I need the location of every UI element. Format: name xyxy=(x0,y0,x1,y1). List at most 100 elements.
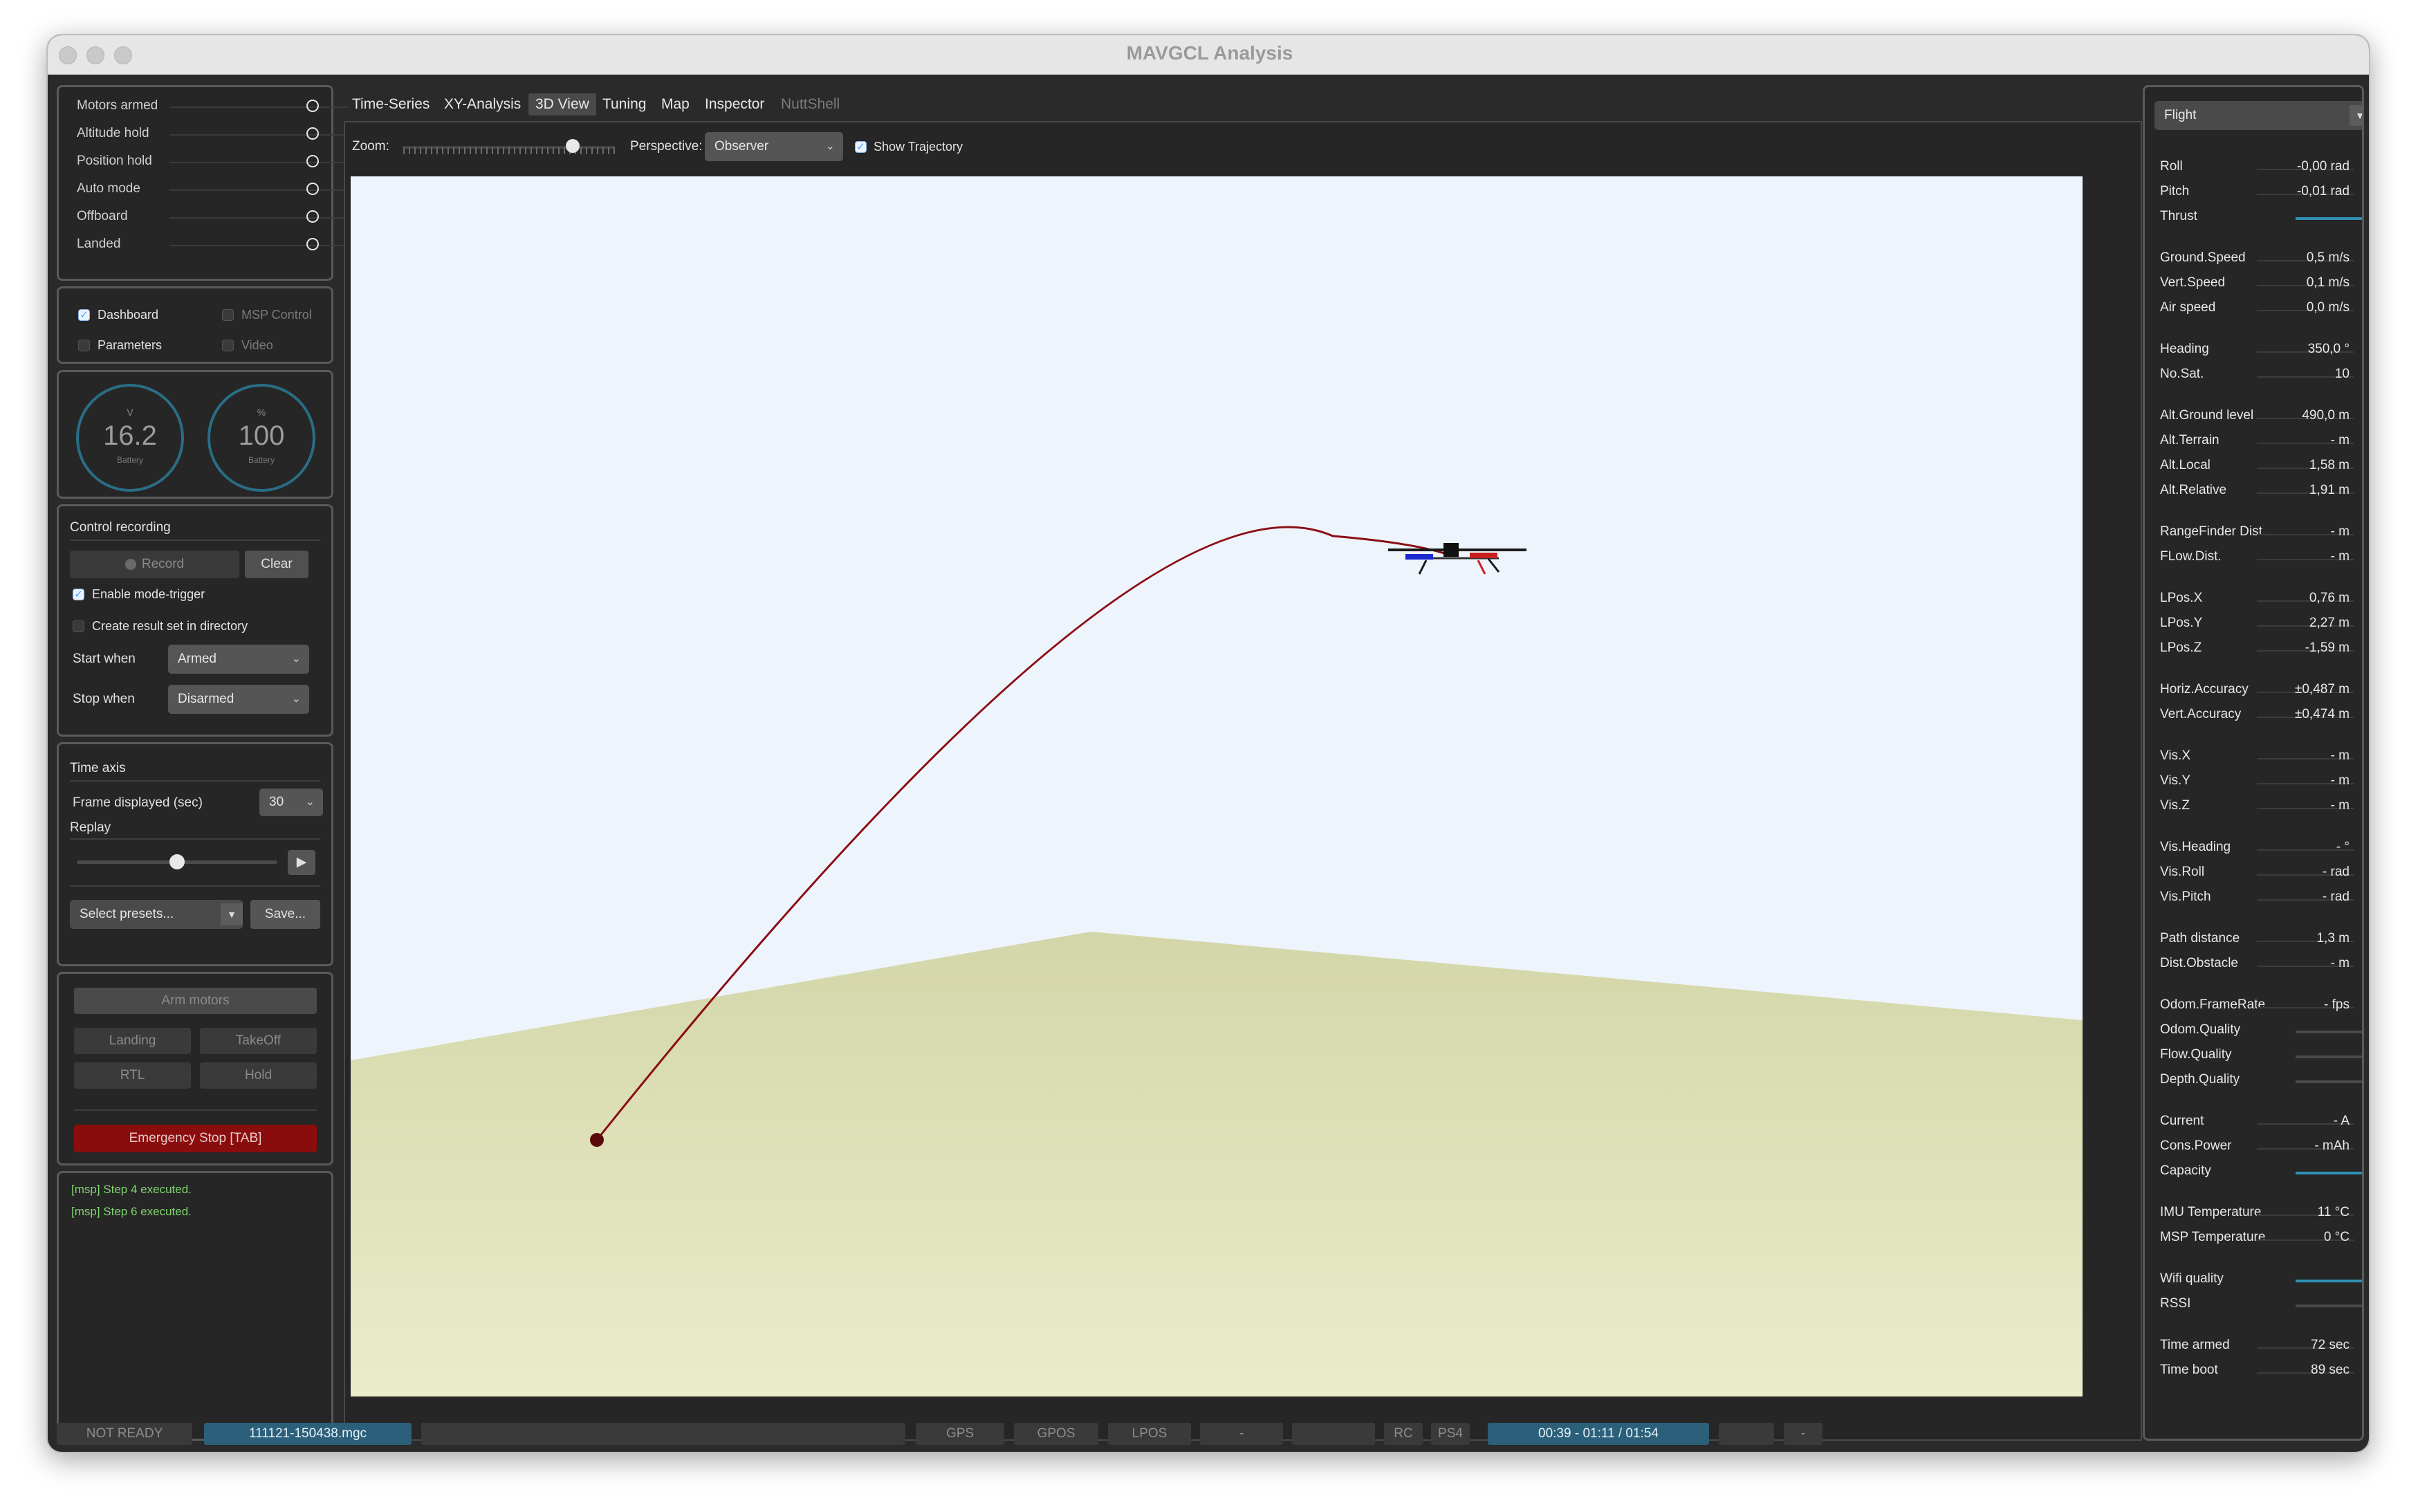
frame-seconds-select[interactable]: 30 ⌄ xyxy=(259,789,323,816)
info-key: Roll xyxy=(2160,159,2183,174)
info-key: Pitch xyxy=(2160,184,2190,199)
info-rows: Roll -0,00 rad Pitch -0,01 rad Thrust Ground.… xyxy=(2145,87,2362,1439)
info-row: Alt.Relative 1,91 m xyxy=(2145,483,2362,504)
info-key: Horiz.Accuracy xyxy=(2160,682,2249,697)
info-key: Wifi quality xyxy=(2160,1271,2224,1286)
start-when-select[interactable]: Armed ⌄ xyxy=(168,645,309,674)
tab-inspector[interactable]: Inspector xyxy=(698,93,771,116)
info-row: No.Sat. 10 xyxy=(2145,367,2362,387)
info-value: - fps xyxy=(2324,997,2350,1012)
info-row: LPos.Z -1,59 m xyxy=(2145,640,2362,661)
save-preset-button[interactable]: Save... xyxy=(250,900,320,929)
percent-label: Battery xyxy=(248,455,275,465)
status-field-empty xyxy=(1292,1423,1375,1445)
info-key: MSP Temperature xyxy=(2160,1230,2266,1244)
parameters-checkbox[interactable] xyxy=(78,340,90,351)
info-value: 0,1 m/s xyxy=(2306,275,2350,290)
zoom-slider-handle[interactable] xyxy=(565,139,580,153)
info-value: -0,01 rad xyxy=(2296,184,2350,199)
info-row: LPos.X 0,76 m xyxy=(2145,591,2362,611)
info-key: Air speed xyxy=(2160,300,2216,315)
replay-slider[interactable] xyxy=(77,854,277,869)
ps4-status: PS4 xyxy=(1431,1423,1470,1445)
stop-when-select[interactable]: Disarmed ⌄ xyxy=(168,685,309,714)
info-row: MSP Temperature 0 °C xyxy=(2145,1230,2362,1251)
frame-seconds-value: 30 xyxy=(269,795,284,809)
status-altitude-hold: Altitude hold xyxy=(59,125,348,142)
info-key: Odom.Quality xyxy=(2160,1022,2241,1037)
voltage-label: Battery xyxy=(116,455,143,465)
info-row: Vert.Speed 0,1 m/s xyxy=(2145,275,2362,296)
chevron-down-icon: ⌄ xyxy=(825,140,835,152)
info-value: ±0,487 m xyxy=(2294,682,2350,697)
presets-placeholder: Select presets... xyxy=(80,907,174,921)
info-row: Pitch -0,01 rad xyxy=(2145,184,2362,205)
info-value: - m xyxy=(2330,798,2350,813)
show-trajectory-checkbox[interactable]: ✓ xyxy=(855,141,867,153)
status-motors-armed: Motors armed xyxy=(59,97,348,115)
info-row: Depth.Quality xyxy=(2145,1072,2362,1093)
stop-when-label: Stop when xyxy=(73,692,135,706)
presets-select[interactable]: Select presets... ▼ xyxy=(70,900,243,929)
emergency-stop-button[interactable]: Emergency Stop [TAB] xyxy=(74,1125,317,1152)
status-label: Position hold xyxy=(77,154,152,168)
info-key: Cons.Power xyxy=(2160,1138,2232,1153)
perspective-select[interactable]: Observer ⌄ xyxy=(705,132,843,161)
dashboard-checkbox[interactable]: ✓ xyxy=(78,309,90,321)
rtl-button[interactable]: RTL xyxy=(74,1062,191,1089)
enable-mode-trigger-checkbox[interactable]: ✓ xyxy=(73,589,84,600)
arm-motors-button[interactable]: Arm motors xyxy=(74,988,317,1014)
zoom-label: Zoom: xyxy=(352,139,389,154)
scene-3d[interactable] xyxy=(351,176,2083,1396)
start-when-label: Start when xyxy=(73,652,136,666)
info-value: 11 °C xyxy=(2317,1205,2350,1219)
record-dot-icon xyxy=(124,558,136,570)
replay-slider-handle[interactable] xyxy=(169,854,185,869)
info-key: LPos.Z xyxy=(2160,640,2202,655)
create-result-set-checkbox[interactable] xyxy=(73,620,84,632)
tab-xy-analysis[interactable]: XY-Analysis xyxy=(437,93,528,116)
zoom-slider[interactable] xyxy=(403,139,615,154)
divider xyxy=(70,838,320,840)
record-button[interactable]: Record xyxy=(70,551,239,578)
perspective-value: Observer xyxy=(714,139,769,154)
info-key: Vis.Y xyxy=(2160,773,2191,788)
app-window: MAVGCL Analysis Motors armed Altitude ho… xyxy=(46,34,2370,1453)
play-button[interactable]: ▶ xyxy=(288,850,315,875)
takeoff-button[interactable]: TakeOff xyxy=(200,1028,317,1054)
info-value: - m xyxy=(2330,956,2350,970)
info-value: 2,27 m xyxy=(2309,616,2350,630)
info-key: Vis.X xyxy=(2160,748,2191,763)
tab-tuning[interactable]: Tuning xyxy=(596,93,653,116)
commands-panel: Arm motors Landing TakeOff RTL Hold Emer… xyxy=(57,972,333,1165)
msp-control-checkbox[interactable] xyxy=(222,309,234,321)
status-indicator-icon xyxy=(306,127,319,140)
tab-nuttshell[interactable]: NuttShell xyxy=(774,93,847,116)
info-level-bar xyxy=(2296,1172,2362,1174)
tab-3d-view[interactable]: 3D View xyxy=(528,93,596,116)
info-row: Vis.Heading - ° xyxy=(2145,840,2362,860)
play-icon: ▶ xyxy=(296,855,307,869)
status-indicator-icon xyxy=(306,155,319,167)
status-flags-panel: Motors armed Altitude hold Position hold… xyxy=(57,85,348,281)
info-value: -0,00 rad xyxy=(2296,159,2350,174)
parameters-label: Parameters xyxy=(98,338,163,352)
info-value: 1,3 m xyxy=(2316,931,2350,946)
recorded-file-name[interactable]: 111121-150438.mgc xyxy=(204,1423,412,1445)
status-label: Auto mode xyxy=(77,181,140,196)
video-checkbox[interactable] xyxy=(222,340,234,351)
landing-button[interactable]: Landing xyxy=(74,1028,191,1054)
clear-button[interactable]: Clear xyxy=(245,551,308,578)
tab-time-series[interactable]: Time-Series xyxy=(345,93,436,116)
dropdown-arrow-icon: ▼ xyxy=(221,903,243,925)
info-key: Time armed xyxy=(2160,1338,2230,1352)
perspective-label: Perspective: xyxy=(630,139,703,154)
time-axis-panel: Time axis Frame displayed (sec) 30 ⌄ Rep… xyxy=(57,742,333,966)
divider xyxy=(70,885,320,887)
status-indicator-icon xyxy=(306,210,319,223)
tab-map[interactable]: Map xyxy=(654,93,696,116)
chevron-down-icon: ⌄ xyxy=(291,653,301,665)
info-value: 89 sec xyxy=(2311,1363,2350,1377)
hold-button[interactable]: Hold xyxy=(200,1062,317,1089)
divider xyxy=(169,245,348,246)
